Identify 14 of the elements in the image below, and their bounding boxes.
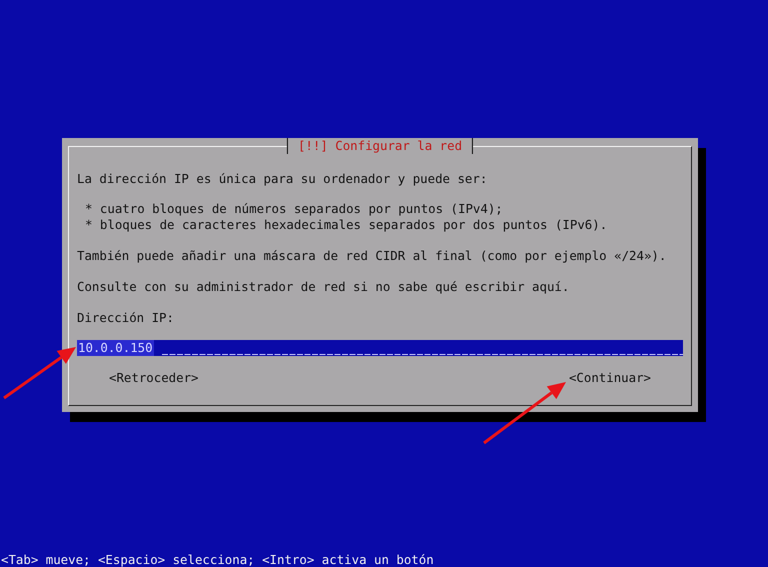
ip-input-field[interactable]: 10.0.0.150 <box>77 340 683 356</box>
paragraph-text: También puede añadir una máscara de red CIDR al final (como por ejemplo «/24»). <box>77 248 668 264</box>
dialog-button[interactable]: <Retroceder> <box>109 370 199 386</box>
dialog-button[interactable]: <Continuar> <box>568 370 651 386</box>
ip-value: 10.0.0.150 <box>77 340 154 356</box>
help-line: <Tab> mueve; <Espacio> selecciona; <Intro> activa un botón <box>0 553 435 567</box>
bullet-text: * bloques de caracteres hexadecimales separados por dos puntos (IPv6). <box>85 217 608 233</box>
dialog-title: [!!] Configurar la red <box>286 138 474 154</box>
paragraph-text: Consulte con su administrador de red si no sabe qué escribir aquí. <box>77 279 570 295</box>
intro-text: La dirección IP es única para su ordenador y puede ser: <box>77 171 488 187</box>
arrow-icon <box>483 382 566 444</box>
field-label: Dirección IP: <box>77 310 175 326</box>
arrow-icon <box>3 347 76 400</box>
bullet-text: * cuatro bloques de números separados por puntos (IPv4); <box>85 201 504 217</box>
